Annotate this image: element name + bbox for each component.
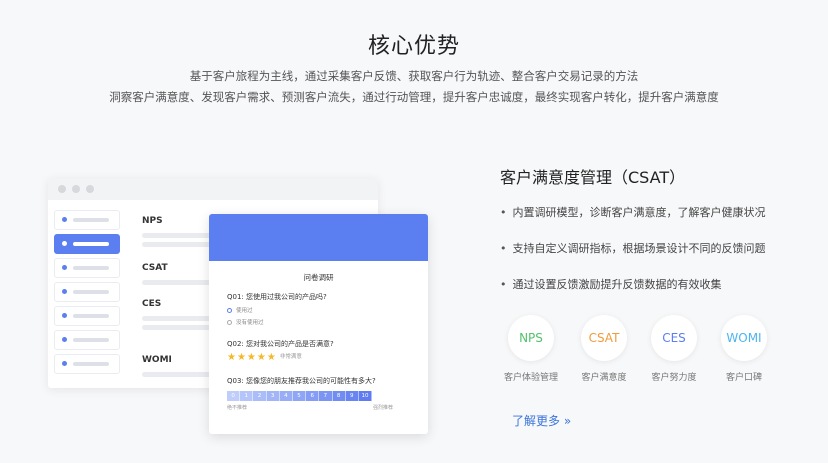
scale-cell[interactable]: 10 (358, 391, 373, 401)
window-dot-icon (86, 185, 94, 193)
scale-cell[interactable]: 5 (292, 391, 307, 401)
scale-high-label: 强烈推荐 (373, 405, 394, 411)
metric-label-womi: WOMI (142, 355, 172, 365)
scale-cell[interactable]: 0 (227, 391, 241, 401)
metric-label-nps: NPS (142, 216, 163, 226)
badge-label: 客户满意度 (581, 373, 627, 383)
radio-unselected-icon (227, 320, 232, 325)
star-rating[interactable]: ★★★★★ 非常满意 (227, 352, 302, 363)
scale-cell[interactable]: 9 (345, 391, 359, 401)
survey-option-label: 没有使用过 (236, 320, 264, 326)
survey-option[interactable]: 没有使用过 (227, 318, 264, 326)
scale-cell[interactable]: 7 (319, 391, 333, 401)
badge-abbr: NPS (519, 331, 543, 345)
survey-card: 问卷调研 Q01: 您使用过我公司的产品吗? 使用过 没有使用过 Q02: 您对… (209, 214, 428, 434)
scale-cell[interactable]: 2 (253, 391, 267, 401)
mockup-sidebar (54, 210, 120, 378)
section-subtitle-line-2: 洞察客户满意度、发现客户需求、预测客户流失，通过行动管理，提升客户忠诚度，最终实… (109, 90, 719, 104)
mockup-sidebar-item (54, 258, 120, 278)
mockup-sidebar-item (54, 330, 120, 350)
badge-label: 客户体验管理 (503, 373, 558, 383)
window-dot-icon (72, 185, 80, 193)
scale-low-label: 绝不推荐 (227, 405, 248, 411)
badge-abbr: WOMI (726, 331, 762, 345)
metric-label-ces: CES (142, 299, 162, 309)
placeholder-bar (142, 280, 212, 285)
badge-csat: CSAT (581, 315, 627, 361)
learn-more-link[interactable]: 了解更多 » (512, 412, 571, 429)
mockup-sidebar-item (54, 354, 120, 374)
feature-bullet: 通过设置反馈激励提升反馈数据的有效收集 (500, 276, 722, 292)
feature-bullet: 支持自定义调研指标，根据场景设计不同的反馈问题 (500, 240, 766, 256)
survey-option-label: 使用过 (236, 308, 253, 314)
badge-abbr: CES (662, 331, 686, 345)
browser-titlebar (48, 178, 378, 200)
survey-option[interactable]: 使用过 (227, 306, 253, 314)
rating-hint: 非常满意 (279, 354, 302, 360)
mockup-sidebar-item (54, 282, 120, 302)
scale-cell[interactable]: 6 (306, 391, 320, 401)
placeholder-bar (142, 233, 212, 238)
survey-question-3: Q03: 您像您的朋友推荐我公司的可能性有多大? (227, 377, 376, 385)
placeholder-bar (142, 372, 212, 377)
badge-abbr: CSAT (588, 331, 620, 345)
nps-scale[interactable]: 0 1 2 3 4 5 6 7 8 9 10 (227, 391, 373, 401)
mockup-sidebar-item (54, 306, 120, 326)
survey-card-header (209, 214, 428, 261)
radio-selected-icon (227, 308, 232, 313)
scale-cell[interactable]: 3 (266, 391, 280, 401)
section-subtitle-line-1: 基于客户旅程为主线，通过采集客户反馈、获取客户行为轨迹、整合客户交易记录的方法 (189, 69, 639, 83)
mockup-sidebar-item-active (54, 234, 120, 254)
window-dot-icon (58, 185, 66, 193)
badge-label: 客户口碑 (725, 373, 762, 383)
feature-title: 客户满意度管理（CSAT） (500, 168, 686, 187)
survey-question-2: Q02: 您对我公司的产品是否满意? (227, 340, 334, 348)
metric-label-csat: CSAT (142, 263, 168, 273)
badge-ces: CES (651, 315, 697, 361)
badge-nps: NPS (508, 315, 554, 361)
mockup-sidebar-item (54, 210, 120, 230)
scale-cell[interactable]: 4 (279, 391, 293, 401)
section-title: 核心优势 (367, 34, 460, 59)
scale-cell[interactable]: 8 (332, 391, 346, 401)
badge-label: 客户努力度 (651, 373, 697, 383)
feature-bullet: 内置调研模型，诊断客户满意度，了解客户健康状况 (500, 204, 766, 220)
star-icons: ★★★★★ (227, 352, 277, 363)
survey-question-1: Q01: 您使用过我公司的产品吗? (227, 293, 327, 301)
scale-cell[interactable]: 1 (240, 391, 254, 401)
survey-title: 问卷调研 (303, 273, 334, 282)
badge-womi: WOMI (721, 315, 767, 361)
